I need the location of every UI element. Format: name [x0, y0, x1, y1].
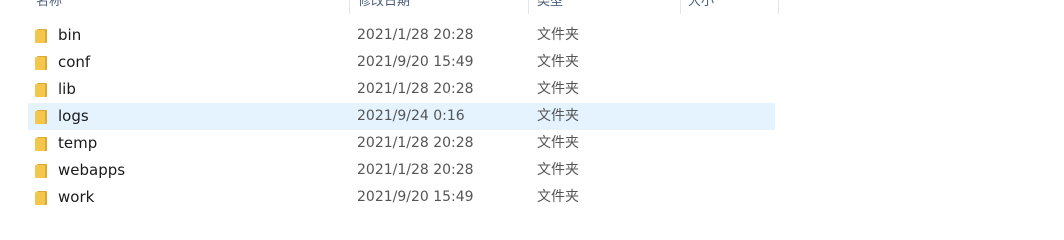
folder-icon: [35, 56, 47, 70]
file-type: 文件夹: [537, 81, 579, 97]
file-name: work: [58, 188, 95, 206]
file-type: 文件夹: [537, 135, 579, 151]
column-divider[interactable]: [349, 0, 350, 14]
file-type: 文件夹: [537, 189, 579, 205]
file-type: 文件夹: [537, 54, 579, 70]
file-row[interactable]: bin 2021/1/28 20:28 文件夹: [28, 22, 775, 49]
column-header-size[interactable]: 大小: [688, 0, 768, 14]
column-header-name[interactable]: 名称: [36, 0, 336, 14]
folder-icon: [35, 29, 47, 43]
modified-date: 2021/1/28 20:28: [357, 81, 474, 97]
folder-icon: [35, 137, 47, 151]
file-name: logs: [58, 107, 89, 125]
file-row[interactable]: lib 2021/1/28 20:28 文件夹: [28, 76, 775, 103]
file-name: temp: [58, 134, 98, 152]
folder-icon: [35, 110, 47, 124]
file-row[interactable]: work 2021/9/20 15:49 文件夹: [28, 184, 775, 211]
modified-date: 2021/9/20 15:49: [357, 189, 474, 205]
file-type: 文件夹: [537, 162, 579, 178]
file-name: lib: [58, 80, 76, 98]
column-divider[interactable]: [528, 0, 529, 14]
file-row[interactable]: temp 2021/1/28 20:28 文件夹: [28, 130, 775, 157]
column-divider[interactable]: [778, 0, 779, 14]
file-row[interactable]: webapps 2021/1/28 20:28 文件夹: [28, 157, 775, 184]
file-name: conf: [58, 53, 91, 71]
column-divider[interactable]: [680, 0, 681, 14]
modified-date: 2021/1/28 20:28: [357, 135, 474, 151]
file-row[interactable]: logs 2021/9/24 0:16 文件夹: [28, 103, 775, 130]
modified-date: 2021/9/24 0:16: [357, 108, 465, 124]
modified-date: 2021/1/28 20:28: [357, 162, 474, 178]
column-header-date[interactable]: 修改日期: [358, 0, 518, 14]
file-type: 文件夹: [537, 27, 579, 43]
file-name: bin: [58, 26, 82, 44]
file-name: webapps: [58, 161, 126, 179]
folder-icon: [35, 83, 47, 97]
folder-icon: [35, 164, 47, 178]
modified-date: 2021/1/28 20:28: [357, 27, 474, 43]
file-type: 文件夹: [537, 108, 579, 124]
folder-icon: [35, 191, 47, 205]
file-row[interactable]: conf 2021/9/20 15:49 文件夹: [28, 49, 775, 76]
column-header-type[interactable]: 类型: [537, 0, 667, 14]
column-header: 名称 修改日期 类型 大小: [0, 0, 1064, 14]
modified-date: 2021/9/20 15:49: [357, 54, 474, 70]
